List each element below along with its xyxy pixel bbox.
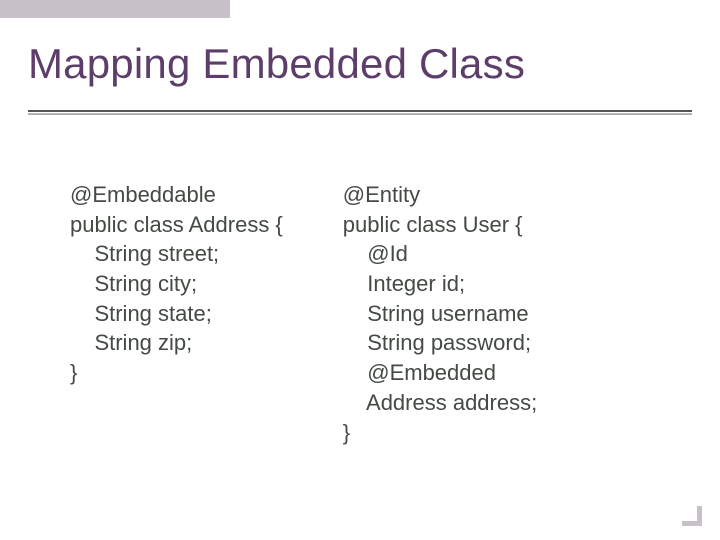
code-block-embeddable: @Embeddable public class Address { Strin… (70, 180, 283, 447)
title-area: Mapping Embedded Class (28, 40, 692, 94)
content-area: @Embeddable public class Address { Strin… (70, 180, 680, 447)
slide-title: Mapping Embedded Class (28, 40, 692, 88)
top-accent-bar (0, 0, 230, 18)
title-divider (28, 110, 692, 115)
corner-decoration (682, 506, 702, 526)
code-block-entity: @Entity public class User { @Id Integer … (343, 180, 537, 447)
slide: Mapping Embedded Class @Embeddable publi… (0, 0, 720, 540)
